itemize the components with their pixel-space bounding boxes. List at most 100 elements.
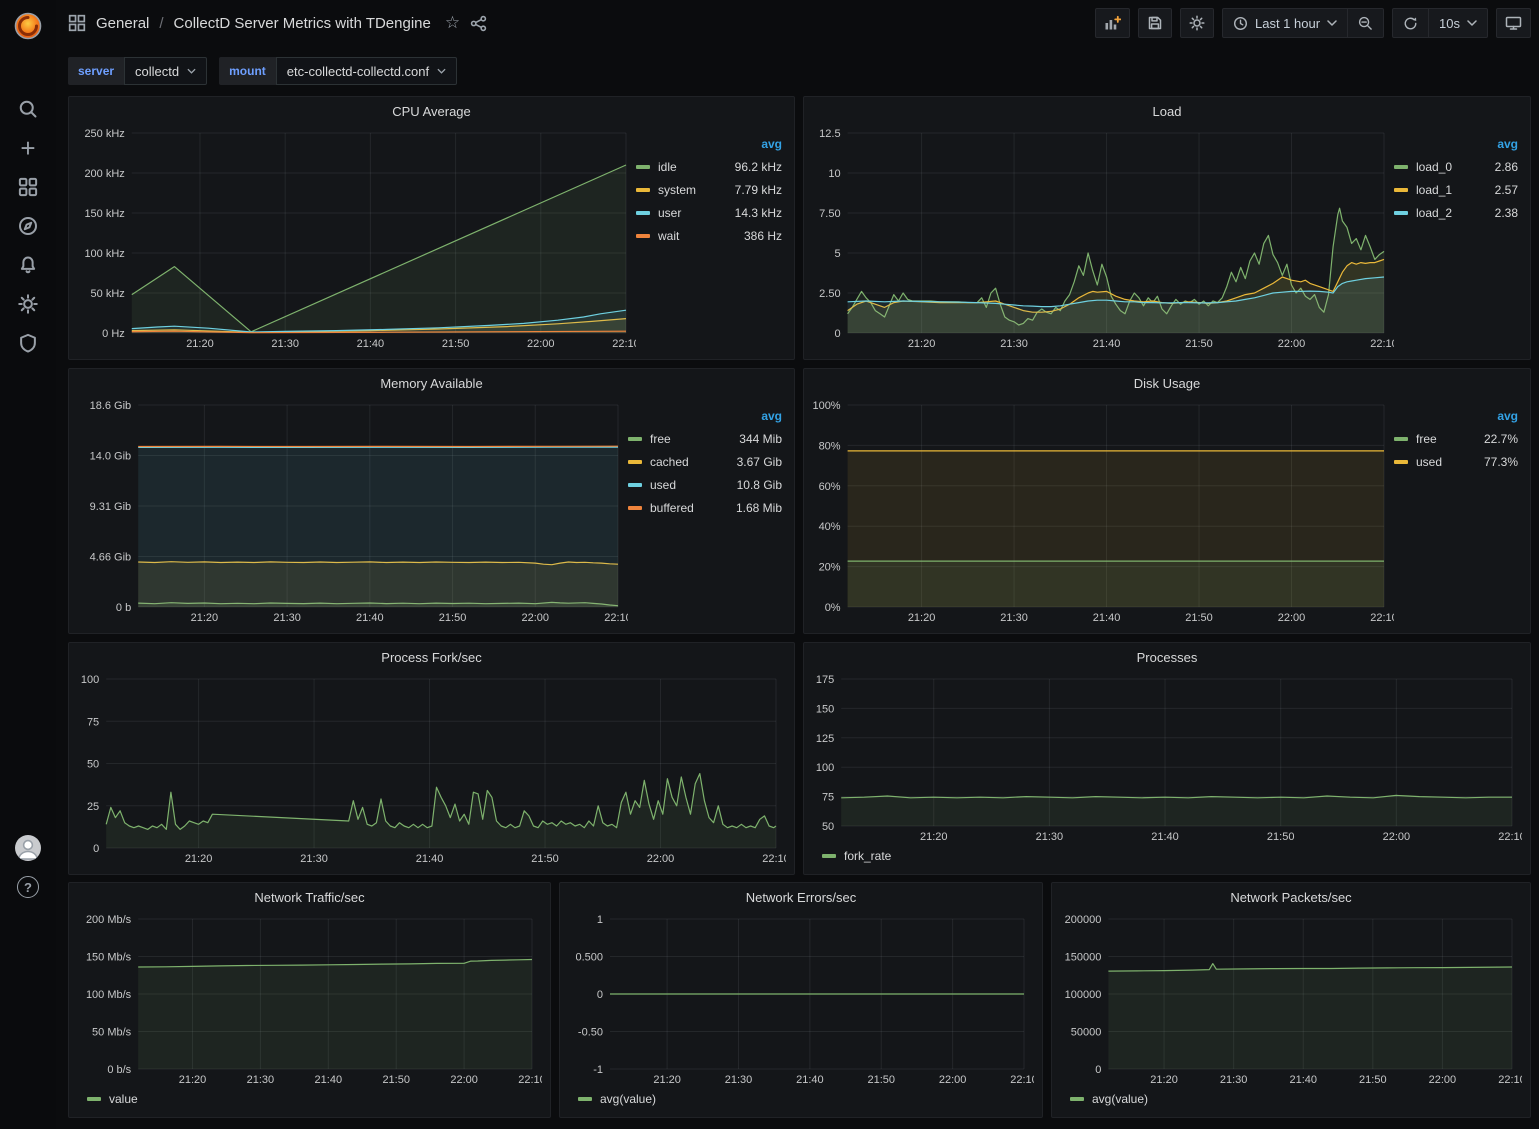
legend-swatch: [628, 437, 642, 441]
legend-avg-header[interactable]: avg: [628, 407, 786, 427]
help-icon[interactable]: ?: [0, 870, 56, 904]
configuration-gear-icon[interactable]: [0, 287, 56, 321]
legend-swatch: [636, 165, 650, 169]
panel-title-packets[interactable]: Network Packets/sec: [1060, 885, 1522, 909]
panel-title-cpu[interactable]: CPU Average: [77, 99, 786, 123]
svg-text:200 Mb/s: 200 Mb/s: [86, 914, 132, 926]
grafana-logo[interactable]: [0, 8, 56, 44]
svg-text:175: 175: [816, 674, 834, 686]
breadcrumb-section[interactable]: General: [96, 15, 149, 32]
refresh-button[interactable]: [1393, 9, 1428, 37]
chart-canvas[interactable]: 21:2021:3021:4021:5022:0022:100%20%40%60…: [812, 395, 1394, 627]
legend-item-load_1[interactable]: load_12.57: [1394, 178, 1522, 201]
legend-item-free[interactable]: free344 Mib: [628, 427, 786, 450]
chart-canvas[interactable]: 21:2021:3021:4021:5022:0022:100255075100: [77, 669, 786, 868]
toolbar: Last 1 hour 10s: [1095, 8, 1531, 38]
variable-mount-label: mount: [219, 57, 276, 85]
legend-item-buffered[interactable]: buffered1.68 Mib: [628, 496, 786, 519]
legend-cpu: avgidle96.2 kHzsystem7.79 kHzuser14.3 kH…: [636, 135, 786, 353]
zoom-out-button[interactable]: [1347, 9, 1383, 37]
legend-item-system[interactable]: system7.79 kHz: [636, 178, 786, 201]
svg-text:10: 10: [828, 168, 840, 180]
svg-text:200000: 200000: [1065, 914, 1102, 926]
svg-text:21:50: 21:50: [1359, 1074, 1387, 1086]
alerting-bell-icon[interactable]: [0, 248, 56, 282]
create-plus-icon[interactable]: +: [0, 131, 56, 165]
panel-title-disk[interactable]: Disk Usage: [812, 371, 1522, 395]
svg-text:0 b: 0 b: [116, 602, 131, 614]
explore-compass-icon[interactable]: [0, 209, 56, 243]
legend-item-cached[interactable]: cached3.67 Gib: [628, 450, 786, 473]
panel-title-processes[interactable]: Processes: [812, 645, 1522, 669]
legend-item-wait[interactable]: wait386 Hz: [636, 224, 786, 247]
time-range-picker[interactable]: Last 1 hour: [1223, 9, 1347, 37]
svg-text:22:10: 22:10: [604, 612, 628, 624]
legend-avg-header[interactable]: avg: [1394, 407, 1522, 427]
series-fill-idle: [132, 165, 626, 333]
legend-swatch: [628, 460, 642, 464]
legend-label: used: [650, 478, 676, 492]
legend-swatch: [1394, 460, 1408, 464]
legend-swatch: [1070, 1097, 1084, 1101]
dashboards-icon[interactable]: [0, 170, 56, 204]
svg-text:21:50: 21:50: [531, 853, 559, 865]
refresh-interval-picker[interactable]: 10s: [1428, 9, 1487, 37]
chart-canvas[interactable]: 21:2021:3021:4021:5022:0022:100 b/s50 Mb…: [77, 909, 542, 1089]
chart-canvas[interactable]: 21:2021:3021:4021:5022:0022:100 Hz50 kHz…: [77, 123, 636, 353]
legend-item-avg(value)[interactable]: avg(value): [1070, 1092, 1148, 1106]
variable-server-value-dropdown[interactable]: collectd: [124, 57, 207, 85]
variable-mount-value: etc-collectd-collectd.conf: [287, 64, 429, 79]
legend-avg-header[interactable]: avg: [1394, 135, 1522, 155]
svg-text:22:00: 22:00: [647, 853, 675, 865]
chart-canvas[interactable]: 21:2021:3021:4021:5022:0022:1002.5057.50…: [812, 123, 1394, 353]
user-avatar[interactable]: [0, 831, 56, 865]
panel-cpu: CPU Average21:2021:3021:4021:5022:0022:1…: [68, 96, 795, 360]
legend-item-used[interactable]: used10.8 Gib: [628, 473, 786, 496]
svg-text:21:40: 21:40: [356, 612, 384, 624]
series-fill-free: [848, 561, 1384, 607]
legend-item-value[interactable]: value: [87, 1092, 138, 1106]
variable-server-label: server: [68, 57, 124, 85]
panel-title-traffic[interactable]: Network Traffic/sec: [77, 885, 542, 909]
svg-text:0: 0: [597, 989, 603, 1001]
svg-text:-0.50: -0.50: [578, 1027, 603, 1039]
legend-item-idle[interactable]: idle96.2 kHz: [636, 155, 786, 178]
add-panel-button[interactable]: [1095, 8, 1130, 38]
legend-item-load_2[interactable]: load_22.38: [1394, 201, 1522, 224]
sidebar: + ?: [0, 0, 56, 1129]
svg-text:22:10: 22:10: [1498, 1074, 1522, 1086]
panel-title-errors[interactable]: Network Errors/sec: [568, 885, 1034, 909]
search-icon[interactable]: [0, 92, 56, 126]
chart-canvas[interactable]: 21:2021:3021:4021:5022:0022:105075100125…: [812, 669, 1522, 846]
svg-text:21:30: 21:30: [1000, 612, 1028, 624]
svg-text:0.500: 0.500: [575, 952, 603, 964]
panel-title-memory[interactable]: Memory Available: [77, 371, 786, 395]
variable-mount-value-dropdown[interactable]: etc-collectd-collectd.conf: [276, 57, 457, 85]
legend-item-load_0[interactable]: load_02.86: [1394, 155, 1522, 178]
legend-item-avg(value)[interactable]: avg(value): [578, 1092, 656, 1106]
legend-item-free[interactable]: free22.7%: [1394, 427, 1522, 450]
panel-packets: Network Packets/sec21:2021:3021:4021:502…: [1051, 882, 1531, 1118]
legend-label: system: [658, 183, 696, 197]
svg-text:22:00: 22:00: [1278, 612, 1306, 624]
legend-item-used[interactable]: used77.3%: [1394, 450, 1522, 473]
kiosk-mode-button[interactable]: [1496, 8, 1531, 38]
share-icon[interactable]: [470, 15, 487, 32]
chart-canvas[interactable]: 21:2021:3021:4021:5022:0022:100 b4.66 Gi…: [77, 395, 628, 627]
star-favorite-icon[interactable]: ☆: [445, 13, 460, 33]
legend-item-user[interactable]: user14.3 kHz: [636, 201, 786, 224]
svg-text:21:40: 21:40: [1093, 612, 1121, 624]
chart-canvas[interactable]: 21:2021:3021:4021:5022:0022:10-1-0.5000.…: [568, 909, 1034, 1089]
dashboard-settings-button[interactable]: [1180, 8, 1214, 38]
chart-canvas[interactable]: 21:2021:3021:4021:5022:0022:100500001000…: [1060, 909, 1522, 1089]
svg-text:200 kHz: 200 kHz: [84, 168, 124, 180]
svg-text:22:10: 22:10: [612, 338, 636, 350]
legend-item-fork_rate[interactable]: fork_rate: [822, 849, 891, 863]
panel-title-load[interactable]: Load: [812, 99, 1522, 123]
svg-text:0 Hz: 0 Hz: [102, 328, 125, 340]
admin-shield-icon[interactable]: [0, 326, 56, 360]
panel-title-fork[interactable]: Process Fork/sec: [77, 645, 786, 669]
save-dashboard-button[interactable]: [1138, 8, 1172, 38]
legend-avg-header[interactable]: avg: [636, 135, 786, 155]
variable-server-value: collectd: [135, 64, 179, 79]
